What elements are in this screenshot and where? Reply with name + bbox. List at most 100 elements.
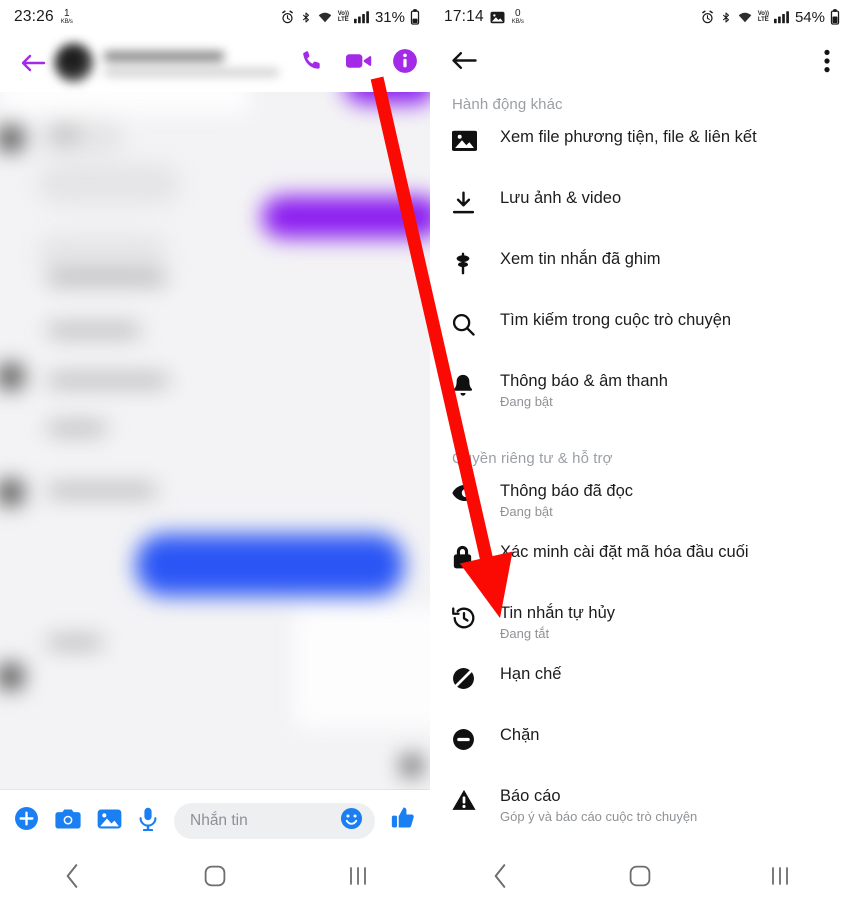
menu-item-title: Xem tin nhắn đã ghim	[500, 250, 661, 268]
menu-item-title: Tin nhắn tự hủy	[500, 604, 616, 622]
header-back-button[interactable]	[12, 52, 54, 74]
menu-item-title: Hạn chế	[500, 665, 562, 683]
menu-item-view-media[interactable]: Xem file phương tiện, file & liên kết	[430, 127, 850, 188]
restrict-icon	[452, 664, 500, 690]
video-call-button[interactable]	[345, 50, 372, 77]
back-arrow-icon	[21, 54, 46, 72]
right-phone-panel: 17:14 0 KB/s Vo)) LTE 54% Hành động khác…	[430, 0, 850, 900]
open-more-actions-button[interactable]	[14, 806, 39, 836]
image-icon-glyph	[452, 130, 477, 151]
message-input-container[interactable]: Nhắn tin	[174, 803, 375, 839]
nav-recents-icon	[350, 867, 367, 885]
menu-item-text: Hạn chế	[500, 664, 834, 685]
nav-home-button[interactable]	[605, 864, 675, 888]
conversation-peer-info[interactable]	[54, 43, 292, 83]
menu-item-report[interactable]: Báo cáo Góp ý và báo cáo cuộc trò chuyện	[430, 786, 850, 847]
settings-back-button[interactable]	[450, 49, 478, 77]
menu-item-title: Báo cáo	[500, 787, 561, 805]
menu-item-text: Thông báo & âm thanh Đang bật	[500, 371, 834, 409]
menu-item-text: Xem file phương tiện, file & liên kết	[500, 127, 834, 148]
menu-item-restrict[interactable]: Hạn chế	[430, 664, 850, 725]
avatar	[54, 43, 94, 83]
more-vertical-icon	[824, 49, 830, 72]
message-input-placeholder: Nhắn tin	[190, 812, 248, 829]
menu-item-subtitle: Đang bật	[500, 503, 553, 519]
open-gallery-button[interactable]	[97, 808, 122, 835]
nav-recents-icon	[772, 867, 788, 885]
menu-item-save-photos-videos[interactable]: Lưu ảnh & video	[430, 188, 850, 249]
block-icon	[452, 725, 500, 751]
bluetooth-icon	[302, 11, 309, 23]
voice-record-button[interactable]	[138, 807, 158, 836]
section-header-other-actions: Hành động khác	[452, 96, 563, 113]
volte-bottom: LTE	[757, 17, 769, 23]
conversation-info-button[interactable]	[392, 48, 418, 79]
menu-item-notifications-and-sounds[interactable]: Thông báo & âm thanh Đang bật	[430, 371, 850, 432]
menu-item-disappearing-messages[interactable]: Tin nhắn tự hủy Đang tắt	[430, 603, 850, 664]
signal-icon	[353, 11, 369, 24]
emoji-picker-button[interactable]	[340, 807, 363, 835]
peer-name-redacted	[104, 50, 224, 62]
message-composer: Nhắn tin	[0, 790, 430, 852]
peer-status-redacted	[104, 68, 279, 76]
download-icon	[452, 188, 500, 214]
menu-item-view-pinned-messages[interactable]: Xem tin nhắn đã ghim	[430, 249, 850, 310]
gallery-icon	[97, 809, 122, 828]
menu-item-title: Tìm kiếm trong cuộc trò chuyện	[500, 311, 732, 329]
menu-item-search-in-conversation[interactable]: Tìm kiếm trong cuộc trò chuyện	[430, 310, 850, 371]
nav-recents-button[interactable]	[745, 864, 815, 888]
history-icon-glyph	[452, 607, 475, 629]
alarm-icon	[701, 10, 713, 23]
eye-icon	[452, 481, 500, 502]
camera-icon	[55, 809, 81, 828]
header-action-buttons	[292, 48, 418, 79]
menu-item-title: Thông báo đã đọc	[500, 482, 634, 500]
overflow-menu-button[interactable]	[824, 49, 830, 78]
microphone-icon	[139, 807, 157, 831]
nav-back-button[interactable]	[37, 863, 107, 889]
menu-item-block[interactable]: Chặn	[430, 725, 850, 786]
menu-item-read-receipts[interactable]: Thông báo đã đọc Đang bật	[430, 481, 850, 542]
status-time: 23:26	[14, 8, 54, 25]
battery-icon	[830, 9, 840, 25]
network-rate-unit: KB/s	[60, 19, 73, 25]
left-status-bar: 23:26 1 KB/s Vo)) LTE 31%	[0, 0, 430, 34]
right-system-nav-bar	[430, 852, 850, 900]
wifi-icon	[738, 12, 751, 23]
messenger-conversation-header	[0, 34, 430, 92]
conversation-message-area[interactable]	[0, 92, 430, 790]
audio-call-button[interactable]	[300, 48, 325, 78]
status-time: 17:14	[444, 8, 484, 25]
image-icon	[452, 127, 500, 152]
alarm-icon	[281, 10, 293, 23]
bluetooth-icon	[722, 11, 729, 23]
nav-back-button[interactable]	[465, 863, 535, 889]
history-icon	[452, 603, 500, 630]
send-like-button[interactable]	[391, 806, 416, 836]
download-icon-glyph	[452, 191, 475, 214]
menu-item-text: Lưu ảnh & video	[500, 188, 834, 209]
info-circle-icon	[393, 48, 417, 73]
menu-item-title: Xác minh cài đặt mã hóa đầu cuối	[500, 543, 749, 561]
plus-circle-icon	[15, 807, 38, 830]
menu-item-text: Chặn	[500, 725, 834, 746]
nav-home-button[interactable]	[180, 864, 250, 888]
bell-icon	[452, 371, 500, 398]
search-icon	[452, 310, 500, 336]
section-header-privacy-support: Quyền riêng tư & hỗ trợ	[452, 450, 613, 467]
photo-icon	[490, 11, 505, 23]
nav-recents-button[interactable]	[323, 864, 393, 888]
block-icon-glyph	[453, 729, 474, 750]
thumbs-up-icon	[391, 807, 414, 828]
video-camera-icon	[345, 53, 372, 68]
right-status-bar: 17:14 0 KB/s Vo)) LTE 54%	[430, 0, 850, 34]
nav-back-icon	[66, 864, 77, 888]
battery-icon	[410, 9, 420, 25]
open-camera-button[interactable]	[55, 808, 81, 835]
conversation-settings-menu[interactable]: Hành động khác Xem file phương tiện, fil…	[430, 92, 850, 852]
signal-icon	[773, 11, 789, 24]
nav-back-icon	[494, 864, 506, 888]
restrict-icon-glyph	[453, 668, 474, 689]
menu-item-verify-e2e-encryption[interactable]: Xác minh cài đặt mã hóa đầu cuối	[430, 542, 850, 603]
menu-item-title: Xem file phương tiện, file & liên kết	[500, 128, 757, 146]
